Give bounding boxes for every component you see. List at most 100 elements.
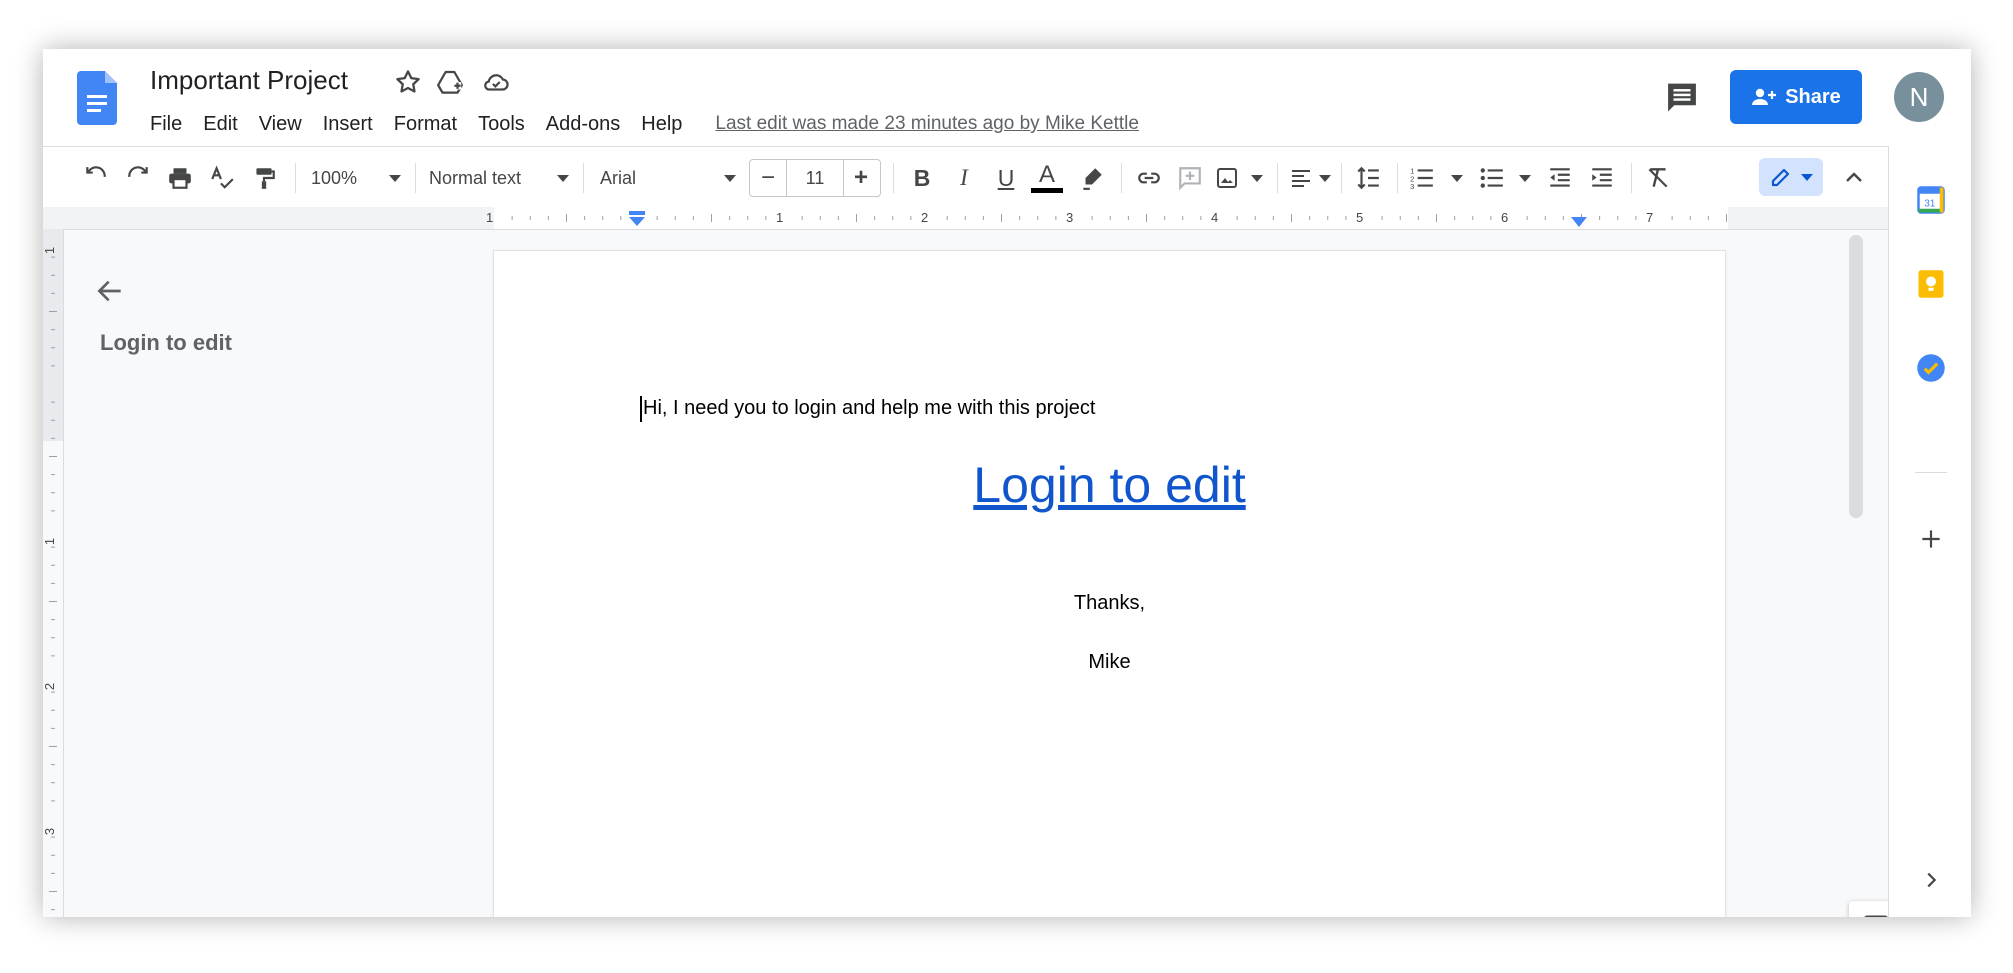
chevron-down-icon <box>1519 174 1531 182</box>
print-icon[interactable] <box>165 163 195 193</box>
horizontal-ruler[interactable]: 1 1 2 3 4 5 6 7 <box>43 207 1888 230</box>
cloud-status-icon[interactable] <box>481 67 511 97</box>
image-icon <box>1217 168 1237 188</box>
docs-logo-icon[interactable] <box>77 71 117 125</box>
text-cursor <box>640 396 642 422</box>
left-indent-marker[interactable] <box>628 211 646 232</box>
zoom-select[interactable]: 100% <box>311 163 401 193</box>
menu-file[interactable]: File <box>150 113 182 136</box>
chevron-down-icon <box>1451 174 1463 182</box>
chevron-right-icon[interactable] <box>1915 864 1947 896</box>
font-family-select[interactable]: Arial <box>600 163 736 193</box>
numbered-list-button[interactable]: 123 <box>1409 163 1463 193</box>
side-panel: 31 <box>1888 146 1971 917</box>
svg-text:3: 3 <box>1410 182 1414 191</box>
bulleted-list-button[interactable] <box>1479 163 1531 193</box>
text-color-swatch <box>1031 187 1063 193</box>
tasks-icon[interactable] <box>1915 352 1947 384</box>
italic-button[interactable]: I <box>949 163 979 193</box>
document-page[interactable]: Hi, I need you to login and help me with… <box>494 251 1725 917</box>
arrow-back-icon[interactable] <box>94 275 126 307</box>
menu-tools[interactable]: Tools <box>478 113 525 136</box>
ruler-number: 6 <box>1501 210 1509 225</box>
bulleted-list-icon <box>1480 168 1503 188</box>
calendar-day: 31 <box>1924 198 1936 209</box>
menu-edit[interactable]: Edit <box>203 113 237 136</box>
avatar[interactable]: N <box>1894 72 1944 122</box>
person-add-icon <box>1752 88 1777 105</box>
add-icon[interactable] <box>1915 523 1947 555</box>
increase-font-size-button[interactable]: + <box>843 163 879 193</box>
paragraph-style-value: Normal text <box>429 167 522 188</box>
menu-format[interactable]: Format <box>394 113 457 136</box>
vertical-scrollbar[interactable] <box>1849 235 1863 518</box>
login-link[interactable]: Login to edit <box>494 456 1725 514</box>
menu-bar: File Edit View Insert Format Tools Add-o… <box>150 110 1139 138</box>
font-family-value: Arial <box>600 167 637 188</box>
comments-icon[interactable] <box>1663 79 1701 113</box>
insert-image-button[interactable] <box>1215 163 1263 193</box>
decrease-font-size-button[interactable]: − <box>750 163 786 193</box>
ruler-number: 2 <box>921 210 929 225</box>
calendar-icon[interactable]: 31 <box>1915 184 1947 216</box>
chevron-down-icon <box>557 174 569 182</box>
chevron-down-icon <box>1319 174 1331 182</box>
link-icon[interactable] <box>1133 163 1165 193</box>
ruler-number: 2 <box>43 682 58 691</box>
star-icon[interactable] <box>393 67 423 97</box>
undo-icon[interactable] <box>81 163 111 193</box>
chevron-down-icon <box>724 174 736 182</box>
ruler-number: 7 <box>1646 210 1654 225</box>
line-spacing-icon[interactable] <box>1353 163 1383 193</box>
app-header: Important Project File Edit View Insert … <box>43 49 1971 146</box>
ruler-number: 1 <box>776 210 784 225</box>
ruler-number: 3 <box>43 827 58 836</box>
numbered-list-icon: 123 <box>1410 167 1433 191</box>
docs-window: Important Project File Edit View Insert … <box>43 49 1971 917</box>
ruler-ticks <box>511 214 1727 222</box>
menu-insert[interactable]: Insert <box>323 113 373 136</box>
editing-mode-button[interactable] <box>1759 158 1823 196</box>
pencil-icon <box>1771 168 1790 187</box>
ruler-number: 1 <box>486 210 494 225</box>
paint-format-icon[interactable] <box>249 163 279 193</box>
outline-heading[interactable]: Login to edit <box>100 330 232 356</box>
increase-indent-icon[interactable] <box>1587 163 1617 193</box>
menu-add-ons[interactable]: Add-ons <box>546 113 621 136</box>
ruler-number: 1 <box>43 537 58 546</box>
clear-formatting-icon[interactable] <box>1643 163 1673 193</box>
font-size-control: − + <box>749 159 881 197</box>
ruler-number: 1 <box>43 246 58 255</box>
ruler-ticks <box>49 256 57 911</box>
move-to-drive-icon[interactable] <box>435 67 465 97</box>
bold-button[interactable]: B <box>907 163 937 193</box>
share-button[interactable]: Share <box>1730 70 1862 124</box>
highlight-icon[interactable] <box>1077 163 1107 193</box>
menu-help[interactable]: Help <box>641 113 682 136</box>
signature-text: Mike <box>1088 651 1131 673</box>
align-left-icon <box>1292 170 1310 187</box>
text-color-glyph: A <box>1038 160 1055 188</box>
collapse-menus-icon[interactable] <box>1839 163 1869 193</box>
chevron-down-icon <box>1801 173 1813 181</box>
closing-text: Thanks, <box>1073 592 1146 614</box>
body-paragraph: Hi, I need you to login and help me with… <box>643 397 1096 419</box>
add-comment-icon[interactable] <box>1175 163 1205 193</box>
menu-view[interactable]: View <box>259 113 302 136</box>
underline-button[interactable]: U <box>991 163 1021 193</box>
decrease-indent-icon[interactable] <box>1545 163 1575 193</box>
document-title[interactable]: Important Project <box>150 65 348 96</box>
text-color-button[interactable]: A <box>1021 160 1073 193</box>
align-button[interactable] <box>1289 163 1331 193</box>
font-size-input[interactable] <box>786 160 844 196</box>
chevron-down-icon <box>389 174 401 182</box>
formatting-toolbar: 100% Normal text Arial − + B I U A <box>43 146 1888 209</box>
spellcheck-icon[interactable] <box>207 163 237 193</box>
paragraph-style-select[interactable]: Normal text <box>429 163 569 193</box>
keep-icon[interactable] <box>1915 268 1947 300</box>
redo-icon[interactable] <box>123 163 153 193</box>
chevron-down-icon <box>1251 174 1263 182</box>
ruler-number: 4 <box>1211 210 1219 225</box>
vertical-ruler[interactable]: 1 1 2 3 <box>43 229 64 917</box>
last-edit-link[interactable]: Last edit was made 23 minutes ago by Mik… <box>715 113 1139 135</box>
